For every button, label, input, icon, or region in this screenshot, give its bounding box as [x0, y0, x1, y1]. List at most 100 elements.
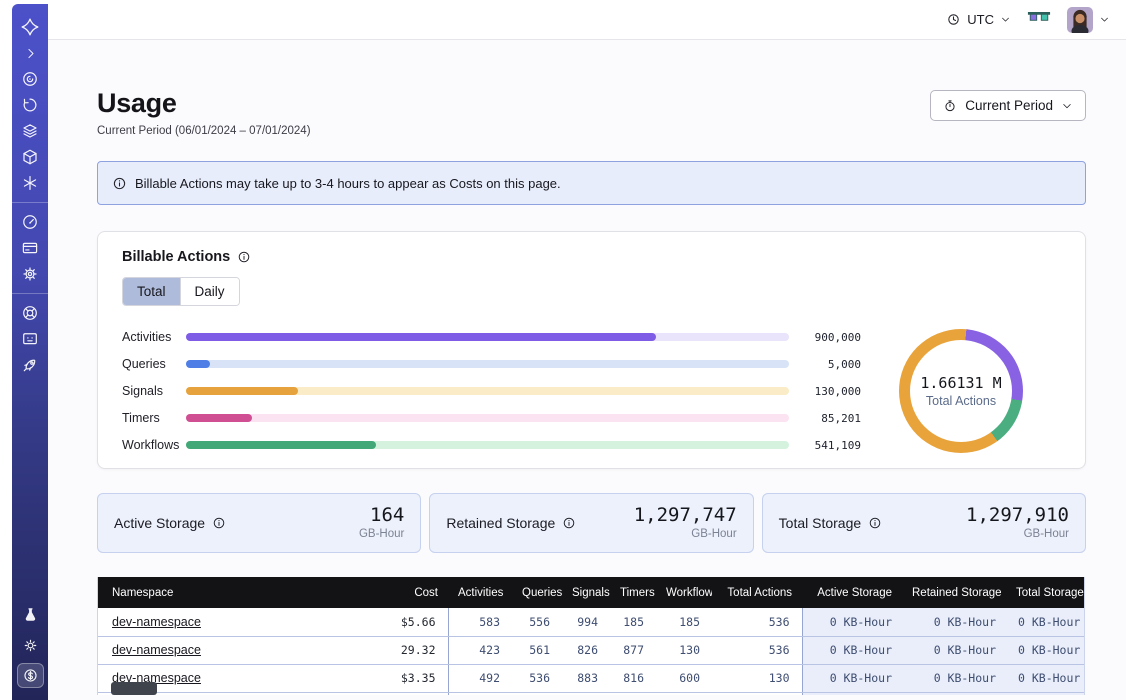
- table-cell: [712, 692, 802, 695]
- column-header-cost: Cost: [386, 577, 448, 608]
- sidebar-item-credits-coin[interactable]: [17, 663, 44, 688]
- sidebar-bottom-nav: [16, 601, 44, 700]
- page-header: Usage Current Period (06/01/2024 – 07/01…: [97, 88, 1086, 137]
- table-cell: [512, 692, 562, 695]
- total-actions-donut: 1.66131 M Total Actions: [899, 329, 1023, 453]
- table-row: dev-namespace29.324235618268771305360 KB…: [98, 636, 1084, 664]
- donut-center: 1.66131 M Total Actions: [910, 340, 1012, 442]
- sidebar-item-nexus-asterisk[interactable]: [16, 170, 44, 196]
- sidebar-group: [12, 14, 48, 196]
- feedback-terminal-icon: [21, 330, 39, 348]
- main-area: UTC Usage Current Period (06/01/2024 – 0…: [48, 0, 1126, 700]
- sidebar-nav: [12, 14, 48, 378]
- table-cell: 0 KB-Hour: [1006, 608, 1084, 636]
- period-selector-button[interactable]: Current Period: [930, 90, 1086, 121]
- storage-card-value-block: 1,297,910GB-Hour: [966, 506, 1069, 540]
- sidebar-item-labs-flask[interactable]: [16, 601, 44, 627]
- namespace-usage-table: NamespaceCostActivitiesQueriesSignalsTim…: [97, 577, 1085, 695]
- topbar: UTC: [48, 0, 1126, 40]
- sidebar-item-feedback-terminal[interactable]: [16, 326, 44, 352]
- storage-unit: GB-Hour: [634, 528, 737, 540]
- sidebar-divider: [12, 202, 48, 203]
- storage-label-text: Retained Storage: [446, 515, 555, 531]
- table-cell: dev-namespace: [98, 608, 386, 636]
- column-header-workflows: Workflows: [656, 577, 712, 608]
- sidebar-item-cube[interactable]: [16, 144, 44, 170]
- info-icon[interactable]: [212, 516, 226, 530]
- table-row: dev-namespace$3.354925368838166001300 KB…: [98, 664, 1084, 692]
- tab-daily[interactable]: Daily: [181, 278, 239, 305]
- history-icon: [21, 96, 39, 114]
- table-cell: 0 KB-Hour: [802, 664, 902, 692]
- table-cell: 0 KB-Hour: [902, 608, 1006, 636]
- table-cell: $5.66: [386, 608, 448, 636]
- sidebar-item-namespaces[interactable]: [16, 66, 44, 92]
- info-icon: [112, 176, 127, 191]
- usage-bar-row: Queries5,000: [122, 354, 861, 374]
- feedback-glasses-button[interactable]: [1027, 11, 1051, 29]
- page-subtitle: Current Period (06/01/2024 – 07/01/2024): [97, 125, 311, 137]
- sidebar-item-getting-started-rocket[interactable]: [16, 352, 44, 378]
- table-cell: 877: [610, 636, 656, 664]
- storage-unit: GB-Hour: [359, 528, 404, 540]
- table-cell: 0 KB-Hour: [902, 664, 1006, 692]
- info-icon[interactable]: [562, 516, 576, 530]
- table-cell: 492: [448, 664, 512, 692]
- timezone-selector[interactable]: UTC: [946, 12, 1011, 27]
- temporal-logo-icon: [20, 17, 40, 37]
- table-cell: 130: [712, 664, 802, 692]
- sidebar-item-support-lifebuoy[interactable]: [16, 300, 44, 326]
- table-cell: dev-namespace: [98, 636, 386, 664]
- tab-total[interactable]: Total: [123, 278, 181, 305]
- sidebar-item-settings-gear[interactable]: [16, 261, 44, 287]
- table-cell: 0 KB-Hour: [802, 608, 902, 636]
- table-cell: 536: [712, 636, 802, 664]
- bar-value: 85,201: [789, 412, 861, 425]
- bar-value: 900,000: [789, 331, 861, 344]
- bar-value: 541,109: [789, 439, 861, 452]
- storage-summary-row: Active Storage164GB-HourRetained Storage…: [97, 493, 1086, 553]
- column-header-namespace: Namespace: [98, 577, 386, 608]
- bar-fill: [186, 360, 210, 368]
- sidebar-item-theme-sun[interactable]: [16, 632, 44, 658]
- storage-card-value-block: 164 GB-Hour: [359, 506, 404, 540]
- usage-bar-row: Signals130,000: [122, 381, 861, 401]
- sidebar-item-usage-gauge[interactable]: [16, 209, 44, 235]
- bar-track: [186, 360, 789, 368]
- usage-bar-row: Workflows541,109: [122, 435, 861, 455]
- info-banner: Billable Actions may take up to 3-4 hour…: [97, 161, 1086, 205]
- info-icon[interactable]: [868, 516, 882, 530]
- sidebar-item-layers[interactable]: [16, 118, 44, 144]
- storage-value: 1,297,910: [966, 506, 1069, 526]
- storage-value: 164: [359, 506, 404, 526]
- sidebar-item-collapse-chevron[interactable]: [16, 40, 44, 66]
- account-menu[interactable]: [1067, 7, 1110, 33]
- info-icon[interactable]: [237, 250, 251, 264]
- storage-value: 1,297,747: [634, 506, 737, 526]
- billing-card-icon: [21, 239, 39, 257]
- table-row: dev-namespace$5.665835569941851855360 KB…: [98, 608, 1084, 636]
- settings-gear-icon: [21, 265, 39, 283]
- table-cell: 29.32: [386, 636, 448, 664]
- namespace-link[interactable]: dev-namespace: [112, 615, 201, 629]
- bar-track: [186, 387, 789, 395]
- storage-card: Total Storage1,297,910GB-Hour: [762, 493, 1086, 553]
- column-header-retained-storage: Retained Storage: [902, 577, 1006, 608]
- table-cell: 0 KB-Hour: [1006, 664, 1084, 692]
- sidebar-item-temporal-logo[interactable]: [16, 14, 44, 40]
- sidebar: [12, 4, 48, 700]
- sidebar-item-history[interactable]: [16, 92, 44, 118]
- table-row-partial: [98, 692, 1084, 695]
- billable-actions-title-row: Billable Actions: [122, 249, 1061, 265]
- table-cell: [1006, 692, 1084, 695]
- namespace-link[interactable]: dev-namespace: [112, 643, 201, 657]
- sidebar-item-billing-card[interactable]: [16, 235, 44, 261]
- table-cell: [656, 692, 712, 695]
- column-header-timers: Timers: [610, 577, 656, 608]
- billable-actions-title: Billable Actions: [122, 249, 230, 265]
- column-header-activities: Activities: [448, 577, 512, 608]
- bar-fill: [186, 414, 252, 422]
- storage-card-value-block: 1,297,747 GB-Hour: [634, 506, 737, 540]
- table-cell: 600: [656, 664, 712, 692]
- usage-gauge-icon: [21, 213, 39, 231]
